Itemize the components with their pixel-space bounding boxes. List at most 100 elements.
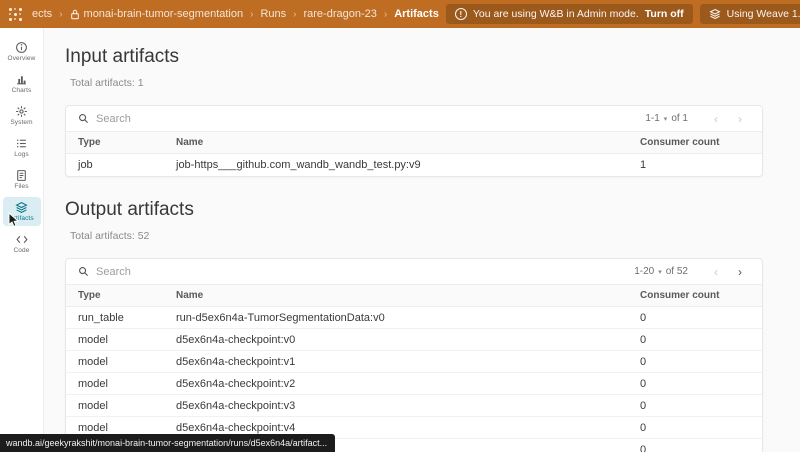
table-row[interactable]: job job-https___github.com_wandb_wandb_t… [66,154,762,176]
sidebar-item-code[interactable]: Code [3,229,41,258]
output-artifacts-section: Output artifacts Total artifacts: 52 1-2… [65,199,800,452]
breadcrumb-tab-artifacts[interactable]: Artifacts [394,8,439,20]
breadcrumb: ects › monai-brain-tumor-segmentation › … [32,8,439,20]
input-table-search-row: 1-1 ▾ of 1 ‹ › [66,106,762,132]
cell-name: d5ex6n4a-checkpoint:v1 [176,355,296,368]
breadcrumb-projects[interactable]: ects [32,8,52,20]
cell-type: model [78,377,108,390]
sidebar-item-logs[interactable]: Logs [3,133,41,162]
link-preview-statusbar: wandb.ai/geekyrakshit/monai-brain-tumor-… [0,434,336,452]
cell-consumer-count: 0 [640,333,647,346]
cell-type: run_table [78,311,124,324]
weave-text: Using Weave 1.0 [726,8,800,20]
column-header-name: Name [176,137,204,148]
top-navbar: ects › monai-brain-tumor-segmentation › … [0,0,800,28]
cell-consumer-count: 0 [640,377,647,390]
sidebar-item-overview[interactable]: Overview [3,37,41,66]
cell-consumer-count: 0 [640,421,647,434]
breadcrumb-separator: › [250,8,254,20]
cell-type: model [78,399,108,412]
breadcrumb-separator: › [59,8,63,20]
input-artifacts-section: Input artifacts Total artifacts: 1 1-1 ▾… [65,46,800,177]
sidebar-label: Charts [11,87,32,94]
cell-consumer-count: 0 [640,355,647,368]
table-row[interactable]: run_table run-d5ex6n4a-TumorSegmentation… [66,307,762,329]
breadcrumb-run[interactable]: rare-dragon-23 [303,8,376,20]
weave-banner: Using Weave 1.0 Turn off [699,4,800,24]
sidebar-label: System [10,119,33,126]
admin-mode-text: You are using W&B in Admin mode. [472,8,639,20]
output-artifacts-table: 1-20 ▾ of 52 ‹ › Type Name Consumer coun… [65,258,763,452]
column-header-consumer-count: Consumer count [640,137,720,148]
sidebar-item-charts[interactable]: Charts [3,69,41,98]
chevron-down-icon[interactable]: ▾ [658,268,662,276]
cell-type: job [78,159,93,171]
info-icon [16,42,27,53]
artifacts-layers-icon [15,202,28,213]
gear-icon [16,106,27,117]
output-artifacts-title: Output artifacts [65,199,194,220]
chevron-down-icon[interactable]: ▾ [664,115,668,123]
next-page-button[interactable]: › [730,265,750,279]
admin-turn-off-button[interactable]: Turn off [645,8,684,20]
cell-name: job-https___github.com_wandb_wandb_test.… [176,159,421,171]
cell-consumer-count: 0 [640,399,647,412]
sidebar-label: Logs [14,151,29,158]
cell-consumer-count: 1 [640,159,647,171]
table-header-row: Type Name Consumer count [66,285,762,307]
cell-type: model [78,421,108,434]
input-table-body: job job-https___github.com_wandb_wandb_t… [66,154,762,176]
code-icon [15,235,28,244]
sidebar-label: Overview [7,55,36,62]
weave-layers-icon [709,8,721,20]
output-table-pagination: 1-20 ▾ of 52 ‹ › [634,265,750,279]
cell-type: model [78,333,108,346]
sidebar-label: Files [14,183,29,190]
cell-type: model [78,355,108,368]
sidebar-item-system[interactable]: System [3,101,41,130]
sidebar-item-artifacts[interactable]: Artifacts [2,197,41,226]
page-range-dropdown[interactable]: 1-20 [634,266,654,277]
file-icon [17,170,26,181]
warning-icon: ! [454,8,467,20]
table-row[interactable]: model d5ex6n4a-checkpoint:v2 0 [66,373,762,395]
wandb-logo-icon[interactable] [8,7,23,22]
column-header-consumer-count: Consumer count [640,290,720,301]
breadcrumb-separator: › [293,8,297,20]
table-row[interactable]: model d5ex6n4a-checkpoint:v3 0 [66,395,762,417]
breadcrumb-project-label: monai-brain-tumor-segmentation [83,8,244,20]
sidebar-item-files[interactable]: Files [3,165,41,194]
table-row[interactable]: model d5ex6n4a-checkpoint:v0 0 [66,329,762,351]
bar-chart-icon [17,76,26,85]
run-sidebar: Overview Charts System Logs Files Artifa… [0,28,44,452]
admin-mode-banner: ! You are using W&B in Admin mode. Turn … [445,4,693,24]
column-header-type: Type [78,137,101,148]
breadcrumb-separator: › [383,8,388,20]
search-icon [79,267,89,277]
prev-page-button[interactable]: ‹ [706,112,726,126]
table-row[interactable]: model d5ex6n4a-checkpoint:v1 0 [66,351,762,373]
output-table-search-row: 1-20 ▾ of 52 ‹ › [66,259,762,285]
breadcrumb-runs[interactable]: Runs [260,8,286,20]
table-header-row: Type Name Consumer count [66,132,762,154]
lock-icon [70,9,79,19]
page-range-dropdown[interactable]: 1-1 [645,113,659,124]
page-total: of 52 [665,266,688,277]
input-artifacts-total: Total artifacts: 1 [70,77,144,89]
cell-consumer-count: 0 [640,444,647,452]
page-total: of 1 [671,113,688,124]
cell-name: d5ex6n4a-checkpoint:v3 [176,399,296,412]
sidebar-label: Artifacts [9,215,34,222]
input-artifacts-title: Input artifacts [65,46,180,67]
output-artifacts-total: Total artifacts: 52 [70,230,150,242]
input-table-search-input[interactable] [96,112,639,125]
cell-name: run-d5ex6n4a-TumorSegmentationData:v0 [176,311,385,324]
next-page-button[interactable]: › [730,112,750,126]
artifacts-content: Input artifacts Total artifacts: 1 1-1 ▾… [44,28,800,452]
output-table-body: run_table run-d5ex6n4a-TumorSegmentation… [66,307,762,452]
cell-consumer-count: 0 [640,311,647,324]
prev-page-button[interactable]: ‹ [706,265,726,279]
sidebar-label: Code [13,247,30,254]
breadcrumb-project[interactable]: monai-brain-tumor-segmentation [70,8,244,20]
output-table-search-input[interactable] [96,265,628,278]
